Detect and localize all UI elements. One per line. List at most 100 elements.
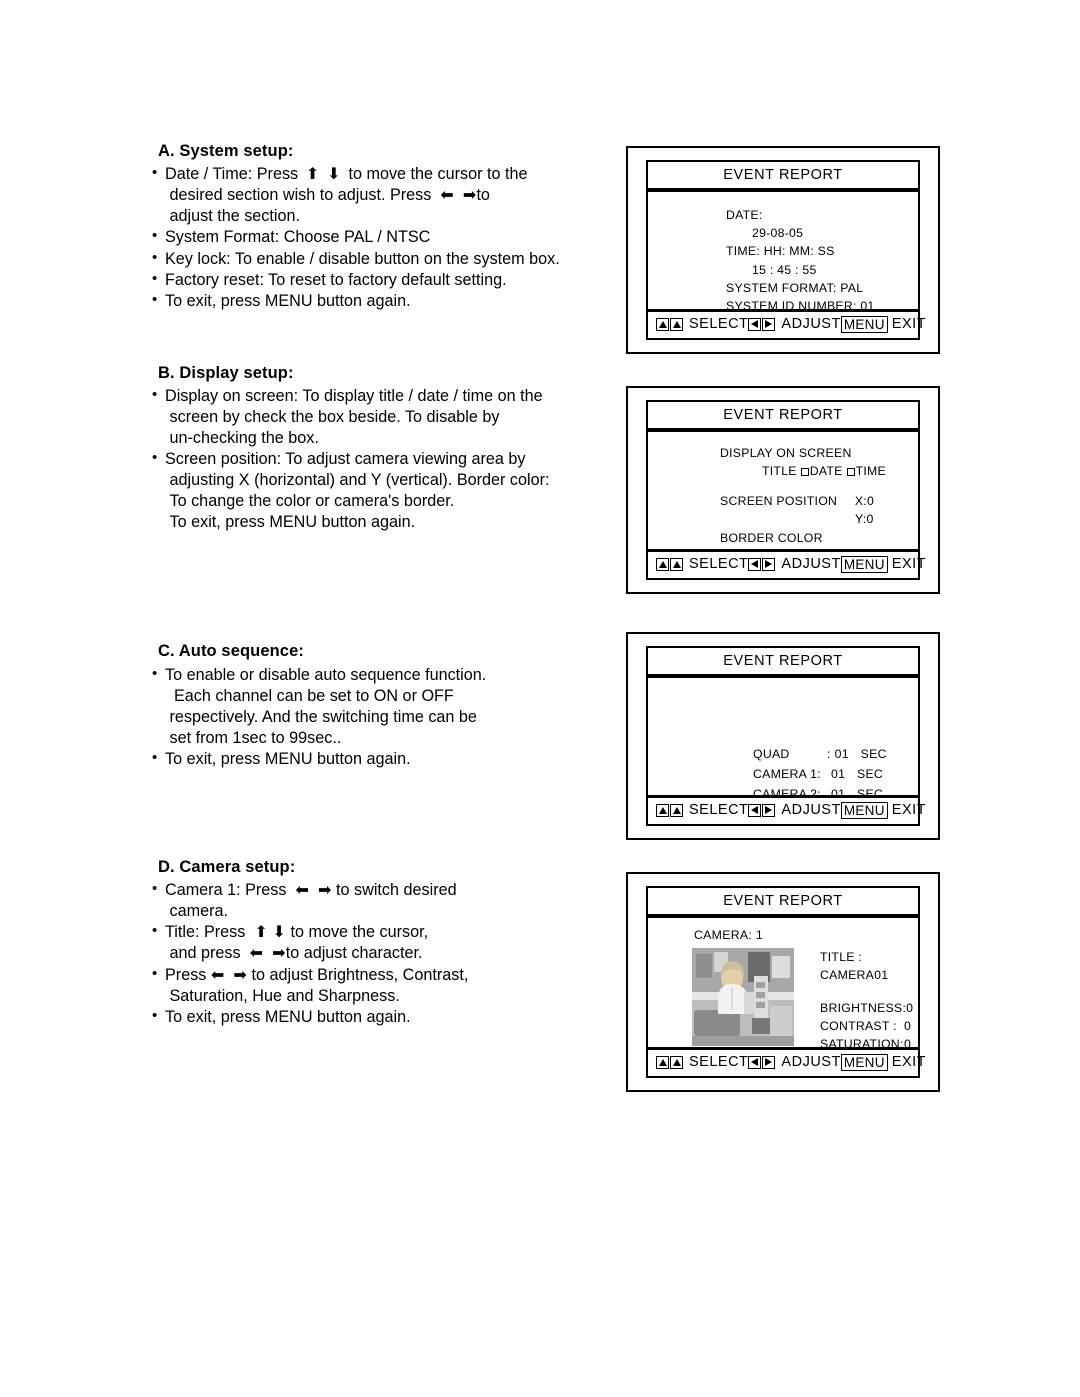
time-value[interactable]: 15 : 45 : 55 — [726, 261, 875, 279]
list-item: Camera 1: Press ⬅ ➡ to switch desired ca… — [152, 879, 622, 922]
select-label: SELECT — [689, 316, 749, 333]
brightness-row[interactable]: BRIGHTNESS:0 — [820, 999, 918, 1017]
date-value[interactable]: 29-08-05 — [726, 224, 875, 242]
adjust-keys — [748, 803, 776, 817]
osd-body: QUAD:01 SEC CAMERA 1: 01 SEC CAMERA 2: 01 SEC… — [648, 678, 918, 795]
system-format-row[interactable]: SYSTEM FORMAT: PAL — [726, 279, 875, 297]
system-id-number-row[interactable]: SYSTEM ID NUMBER: 01 — [726, 297, 875, 309]
list-item: To exit, press MENU button again. — [152, 290, 622, 312]
section-heading: A. System setup: — [158, 142, 294, 160]
bullet-list: To enable or disable auto sequence funct… — [152, 664, 622, 770]
arrow-left-icon — [748, 803, 762, 817]
adjust-hint[interactable]: ADJUST — [748, 1054, 840, 1070]
osd-title: EVENT REPORT — [648, 648, 918, 678]
adjust-keys — [748, 557, 776, 571]
osd-footer: SELECT ADJUST MENU EXIT — [648, 794, 926, 825]
arrow-up-icon — [656, 803, 669, 817]
arrow-right-icon — [762, 317, 776, 331]
arrow-up-icon — [656, 317, 669, 331]
display-options-row: TITLE DATE TIME — [720, 462, 886, 480]
arrow-right-icon — [762, 1055, 776, 1069]
menu-key-icon: MENU — [840, 315, 888, 333]
sequence-settings-list: QUAD:01 SEC CAMERA 1: 01 SEC CAMERA 2: 01 SEC… — [753, 745, 887, 795]
row-value: 01 — [831, 766, 846, 781]
adjust-label: ADJUST — [781, 316, 841, 333]
arrow-right-icon — [762, 557, 776, 571]
select-hint[interactable]: SELECT — [656, 1054, 748, 1070]
table-row[interactable]: CAMERA 1: 01 SEC — [753, 765, 887, 785]
section-auto-sequence: C. Auto sequence: To enable or disable a… — [152, 640, 622, 770]
select-label: SELECT — [689, 556, 749, 573]
row-label: QUAD — [753, 747, 790, 761]
adjust-keys — [748, 1055, 776, 1069]
arrow-up-icon-2 — [670, 317, 683, 331]
section-camera-setup: D. Camera setup: Camera 1: Press ⬅ ➡ to … — [152, 856, 622, 1028]
camera-preview-image — [692, 948, 794, 1046]
time-label: TIME: HH: MM: SS — [726, 244, 835, 259]
select-label: SELECT — [689, 802, 749, 819]
arrow-left-icon — [748, 317, 762, 331]
arrow-right-icon — [762, 803, 776, 817]
section-display-setup: B. Display setup: Display on screen: To … — [152, 362, 622, 534]
osd-footer: SELECT ADJUST MENU EXIT — [648, 308, 926, 339]
section-system-setup: A. System setup: Date / Time: Press ⬆ ⬇ … — [152, 140, 622, 312]
arrow-up-icon-2 — [670, 803, 683, 817]
exit-hint[interactable]: MENU EXIT — [840, 1053, 927, 1071]
osd-footer: SELECT ADJUST MENU EXIT — [648, 548, 926, 579]
camera-title-row[interactable]: TITLE : CAMERA01 — [820, 948, 918, 984]
osd-panel-display-setup: EVENT REPORT DISPLAY ON SCREEN TITLE DATE… — [626, 386, 940, 594]
adjust-hint[interactable]: ADJUST — [748, 556, 840, 572]
time-checkbox[interactable] — [846, 468, 855, 477]
screen-position-y-value[interactable]: Y:0 — [720, 510, 874, 528]
exit-hint[interactable]: MENU EXIT — [840, 801, 926, 819]
exit-label: EXIT — [891, 556, 927, 573]
camera-number-label[interactable]: CAMERA: 1 — [694, 928, 763, 942]
select-hint[interactable]: SELECT — [656, 556, 748, 572]
select-label: SELECT — [689, 1054, 749, 1071]
select-keys — [656, 1055, 684, 1069]
list-item: To enable or disable auto sequence funct… — [152, 664, 622, 749]
list-item: To exit, press MENU button again. — [152, 1006, 622, 1028]
list-item: Title: Press ⬆ ⬇ to move the cursor, and… — [152, 921, 622, 964]
row-value: 01 — [831, 786, 846, 795]
adjust-hint[interactable]: ADJUST — [748, 316, 840, 332]
adjust-hint[interactable]: ADJUST — [748, 802, 840, 818]
arrow-up-icon — [656, 1055, 669, 1069]
row-unit: SEC — [857, 786, 884, 795]
adjust-keys — [748, 317, 776, 331]
osd-body: DISPLAY ON SCREEN TITLE DATE TIME SCREEN P… — [648, 432, 918, 549]
row-label: SATURATION: — [820, 1037, 904, 1047]
arrow-up-icon-2 — [670, 1055, 683, 1069]
list-item: Display on screen: To display title / da… — [152, 385, 622, 449]
table-row[interactable]: QUAD:01 SEC — [753, 745, 887, 765]
border-color-label: BORDER COLOR — [720, 531, 823, 545]
saturation-row[interactable]: SATURATION:0 — [820, 1035, 918, 1046]
contrast-row[interactable]: CONTRAST : 0 — [820, 1017, 918, 1035]
bullet-list: Date / Time: Press ⬆ ⬇ to move the curso… — [152, 163, 622, 312]
exit-hint[interactable]: MENU EXIT — [840, 555, 927, 573]
select-keys — [656, 557, 684, 571]
border-color-group: BORDER COLOR BLACK GRAY 1 GRAY 2 WHITE — [720, 529, 823, 549]
table-row[interactable]: CAMERA 2: 01 SEC — [753, 785, 887, 795]
osd-panel-camera-setup: EVENT REPORT CAMERA: 1 TITLE: CAMERA01 … — [626, 872, 940, 1092]
osd-frame: EVENT REPORT CAMERA: 1 TITLE: CAMERA01 … — [646, 886, 926, 1078]
select-hint[interactable]: SELECT — [656, 802, 748, 818]
border-color-option-black[interactable]: BLACK — [720, 547, 823, 548]
exit-hint[interactable]: MENU EXIT — [840, 315, 926, 333]
list-item: Date / Time: Press ⬆ ⬇ to move the curso… — [152, 163, 622, 227]
date-option-label[interactable]: DATE — [810, 464, 843, 478]
screen-position-group: SCREEN POSITION X:0 Y:0 — [720, 492, 874, 528]
camera-settings-list: TITLE : CAMERA01 BRIGHTNESS:0 CONTRAST :… — [820, 948, 918, 1047]
adjust-label: ADJUST — [781, 556, 841, 573]
list-item: Screen position: To adjust camera viewin… — [152, 448, 622, 533]
screen-position-x-value[interactable]: X:0 — [855, 494, 874, 508]
select-hint[interactable]: SELECT — [656, 316, 748, 332]
arrow-left-icon — [748, 557, 762, 571]
menu-key-icon: MENU — [840, 1053, 888, 1071]
exit-label: EXIT — [891, 1054, 927, 1071]
osd-frame: EVENT REPORT QUAD:01 SEC CAMERA 1: 01 SEC C… — [646, 646, 926, 826]
title-option-label[interactable]: TITLE — [762, 464, 797, 478]
time-option-label[interactable]: TIME — [856, 464, 886, 478]
arrow-up-icon-2 — [670, 557, 683, 571]
date-checkbox[interactable] — [800, 468, 809, 477]
